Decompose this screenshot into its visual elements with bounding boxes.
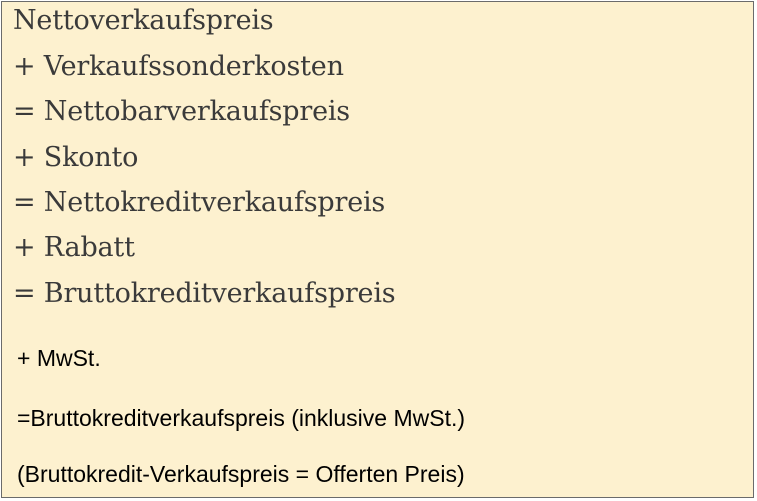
line-rabatt: + Rabatt xyxy=(13,232,135,263)
line-bruttokreditverkaufspreis: = Bruttokreditverkaufspreis xyxy=(13,278,396,309)
line-nettobarverkaufspreis: = Nettobarverkaufspreis xyxy=(13,96,350,127)
line-mwst: + MwSt. xyxy=(17,345,101,371)
line-skonto: + Skonto xyxy=(13,142,139,173)
line-brutto-inkl-mwst: =Bruttokreditverkaufspreis (inklusive Mw… xyxy=(17,405,466,431)
line-nettoverkaufspreis: Nettoverkaufspreis xyxy=(13,5,274,36)
line-offerten-preis: (Bruttokredit-Verkaufspreis = Offerten P… xyxy=(17,461,465,487)
line-verkaufssonderkosten: + Verkaufssonderkosten xyxy=(13,51,344,82)
price-calculation-box: Nettoverkaufspreis + Verkaufssonderkoste… xyxy=(1,1,754,498)
line-nettokreditverkaufspreis: = Nettokreditverkaufspreis xyxy=(13,187,386,218)
